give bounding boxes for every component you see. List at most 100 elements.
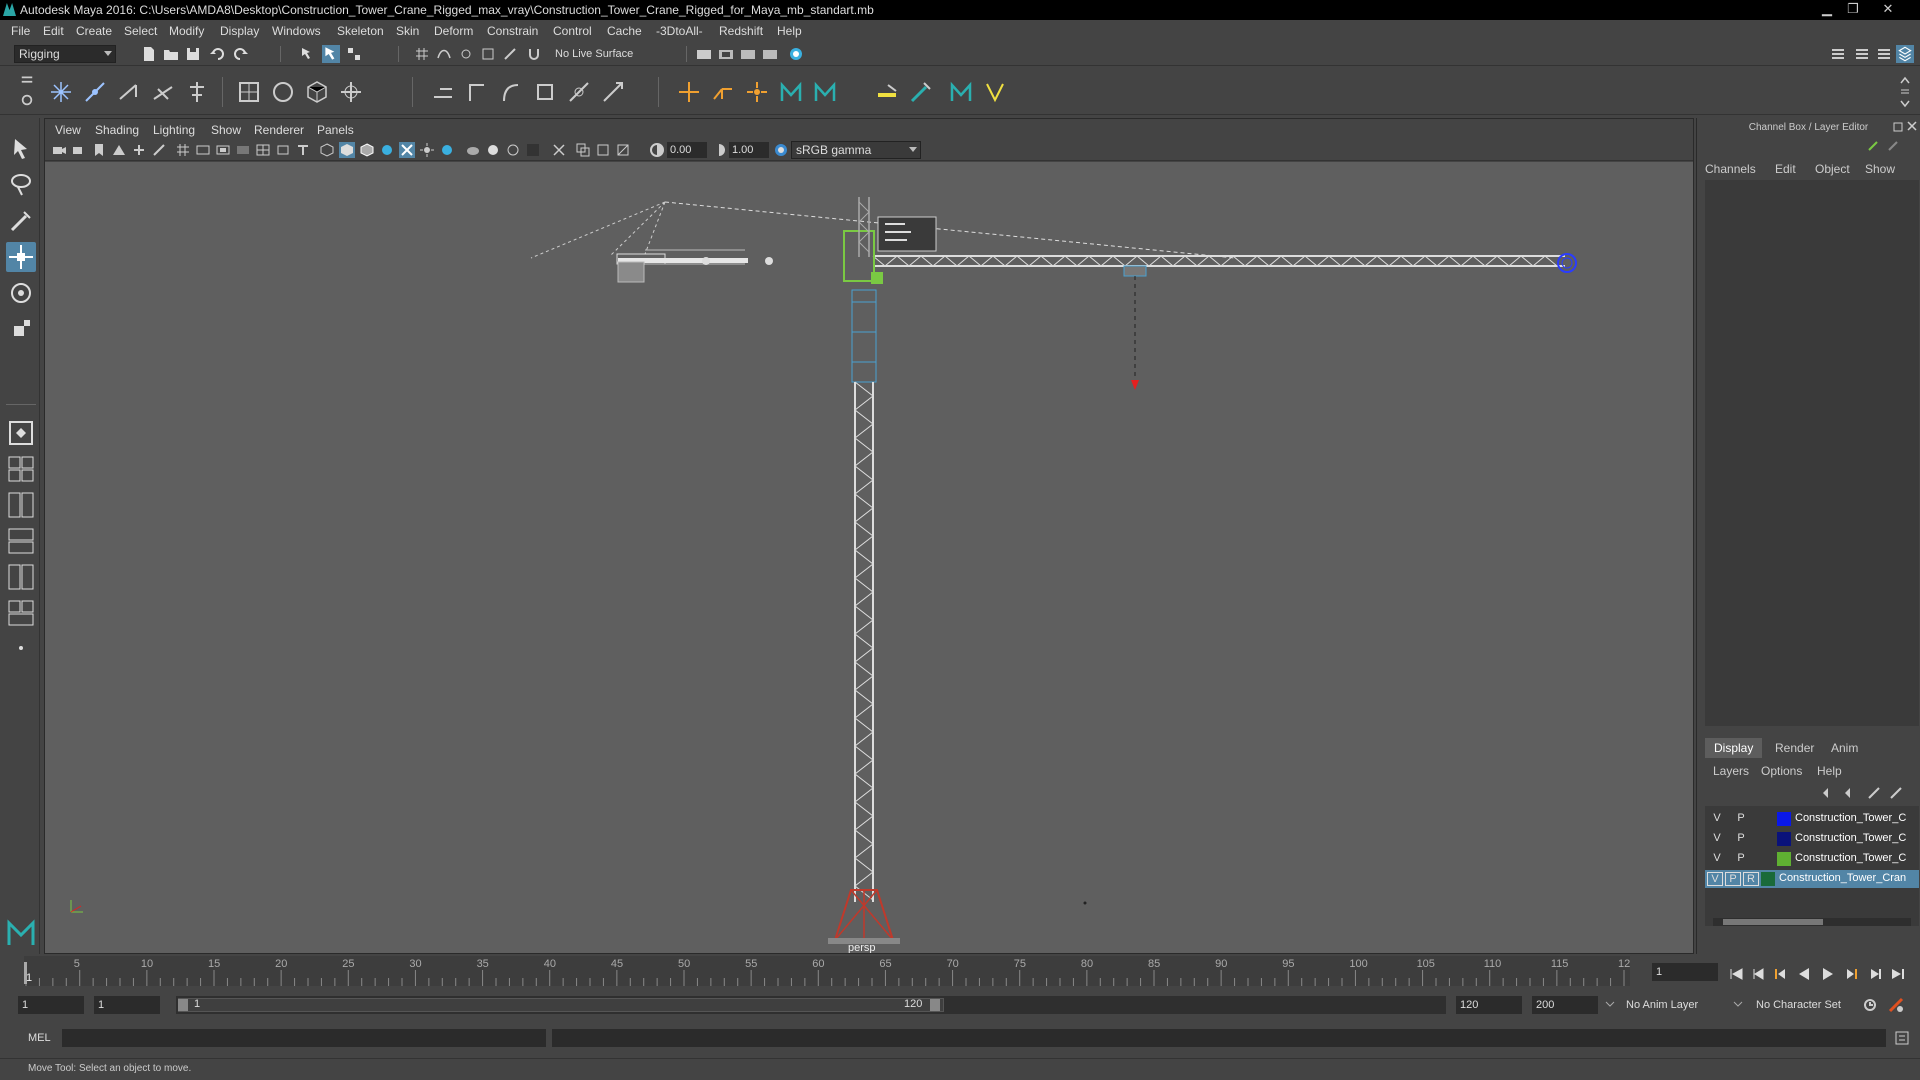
snap-live-icon[interactable] <box>502 46 518 62</box>
maya-home-icon[interactable] <box>6 918 36 948</box>
joint-tool-icon[interactable] <box>48 79 74 105</box>
new-layer-icon[interactable] <box>1867 786 1881 800</box>
cluster-icon[interactable] <box>338 79 364 105</box>
exposure-icon[interactable] <box>649 142 665 158</box>
channel-box-toggle-icon[interactable] <box>1896 45 1914 63</box>
set-driven-key-icon[interactable] <box>710 79 736 105</box>
two-pane-layout-icon[interactable] <box>6 490 36 520</box>
xray-components-icon[interactable] <box>595 142 611 158</box>
camera-lock-icon[interactable] <box>71 142 87 158</box>
channel-icon-a[interactable] <box>1867 140 1879 152</box>
step-forward-icon[interactable] <box>1868 966 1884 982</box>
screen-space-ao-icon[interactable] <box>439 142 455 158</box>
menu-control[interactable]: Control <box>553 24 592 38</box>
use-all-lights-icon[interactable] <box>399 142 415 158</box>
vp-menu-shading[interactable]: Shading <box>95 123 139 137</box>
layer-row[interactable]: V P Construction_Tower_C <box>1705 850 1919 868</box>
go-to-start-icon[interactable] <box>1728 966 1744 982</box>
redo-icon[interactable] <box>233 46 249 62</box>
layer-color-swatch[interactable] <box>1777 812 1791 826</box>
gate-mask-icon[interactable] <box>235 142 251 158</box>
wireframe-icon[interactable] <box>319 142 335 158</box>
layer-color-swatch[interactable] <box>1777 832 1791 846</box>
pole-vector-icon[interactable] <box>600 79 626 105</box>
menu-edit[interactable]: Edit <box>43 24 64 38</box>
minimize-button[interactable]: ▁ <box>1816 1 1838 17</box>
lattice-icon[interactable] <box>304 79 330 105</box>
maya-tool-icon-c[interactable] <box>948 79 974 105</box>
shelf-menu-icon[interactable] <box>20 73 34 87</box>
new-layer-selected-icon[interactable] <box>1889 786 1903 800</box>
character-set-dropdown[interactable]: No Character Set <box>1756 999 1841 1011</box>
gamma-field[interactable]: 1.00 <box>729 142 769 158</box>
smooth-shade-icon[interactable] <box>339 142 355 158</box>
select-hierarchy-icon[interactable] <box>300 46 316 62</box>
menu-modify[interactable]: Modify <box>169 24 204 38</box>
tool-settings-icon[interactable] <box>1876 46 1892 62</box>
image-plane-icon[interactable] <box>111 142 127 158</box>
layers-scrollbar[interactable] <box>1713 918 1911 926</box>
paint-select-tool-icon[interactable] <box>6 206 36 236</box>
end-time-field[interactable]: 200 <box>1532 996 1598 1014</box>
close-panel-icon[interactable] <box>1907 121 1917 131</box>
move-layer-down-icon[interactable] <box>1843 786 1857 800</box>
textured-icon[interactable] <box>379 142 395 158</box>
menu-select[interactable]: Select <box>124 24 157 38</box>
point-constraint-icon[interactable] <box>464 79 490 105</box>
rotate-tool-icon[interactable] <box>6 278 36 308</box>
bind-skin-icon[interactable] <box>236 79 262 105</box>
hypershade-icon[interactable] <box>788 46 804 62</box>
sdk-tool-icon[interactable] <box>744 79 770 105</box>
snap-view-plane-icon[interactable] <box>480 46 496 62</box>
script-editor-icon[interactable] <box>1894 1030 1910 1046</box>
four-pane-layout-icon[interactable] <box>6 454 36 484</box>
film-gate-icon[interactable] <box>195 142 211 158</box>
menuset-dropdown[interactable]: Rigging <box>14 45 116 63</box>
live-surface-label[interactable]: No Live Surface <box>555 48 633 60</box>
render-frame-icon[interactable] <box>718 46 734 62</box>
select-tool-icon[interactable] <box>6 134 36 164</box>
channels-menu[interactable]: Channels <box>1705 162 1756 176</box>
grease-pencil-icon[interactable] <box>151 142 167 158</box>
menu-windows[interactable]: Windows <box>272 24 321 38</box>
outliner-layout-icon[interactable] <box>6 526 36 556</box>
safe-action-icon[interactable] <box>275 142 291 158</box>
new-scene-icon[interactable] <box>141 46 157 62</box>
undo-icon[interactable] <box>209 46 225 62</box>
xray-icon[interactable] <box>551 142 567 158</box>
tab-display[interactable]: Display <box>1705 738 1763 758</box>
channel-icon-b[interactable] <box>1887 140 1899 152</box>
layer-row-selected[interactable]: V P R Construction_Tower_Cran <box>1705 870 1919 888</box>
maya-tool-icon-a[interactable] <box>778 79 804 105</box>
save-scene-icon[interactable] <box>185 46 201 62</box>
parent-constraint-icon[interactable] <box>430 79 456 105</box>
playback-end-field[interactable]: 120 <box>1456 996 1522 1014</box>
tab-anim[interactable]: Anim <box>1831 741 1858 755</box>
select-object-icon[interactable] <box>322 45 340 63</box>
hik-icon[interactable] <box>874 79 900 105</box>
render-view-icon[interactable] <box>762 46 778 62</box>
anim-layer-arrow-icon[interactable] <box>1732 998 1744 1010</box>
tab-render[interactable]: Render <box>1775 741 1814 755</box>
command-input[interactable] <box>62 1029 546 1047</box>
wireframe-on-shaded-icon[interactable] <box>359 142 375 158</box>
magnet-icon[interactable] <box>526 46 542 62</box>
exposure-field[interactable]: 0.00 <box>667 142 707 158</box>
range-slider[interactable]: 1 120 <box>176 996 946 1014</box>
resolution-gate-icon[interactable] <box>215 142 231 158</box>
snap-grid-icon[interactable] <box>414 46 430 62</box>
color-space-dropdown[interactable]: sRGB gamma <box>791 141 921 159</box>
float-panel-icon[interactable] <box>1893 122 1903 132</box>
v-tool-icon[interactable] <box>982 79 1008 105</box>
camera-select-icon[interactable] <box>51 142 67 158</box>
step-back-key-icon[interactable] <box>1772 966 1788 982</box>
snap-point-icon[interactable] <box>458 46 474 62</box>
vp-menu-panels[interactable]: Panels <box>317 123 354 137</box>
scale-tool-icon[interactable] <box>6 314 36 344</box>
play-backward-icon[interactable] <box>1796 966 1812 982</box>
menu-help[interactable]: Help <box>777 24 802 38</box>
script-language-label[interactable]: MEL <box>28 1032 51 1044</box>
ipr-render-icon[interactable] <box>740 46 756 62</box>
time-track[interactable]: 5 10 15 20 25 30 35 40 45 50 55 60 65 70 75 80 85 90 95 100… <box>24 956 1630 986</box>
viewport-canvas[interactable]: persp <box>45 162 1693 953</box>
